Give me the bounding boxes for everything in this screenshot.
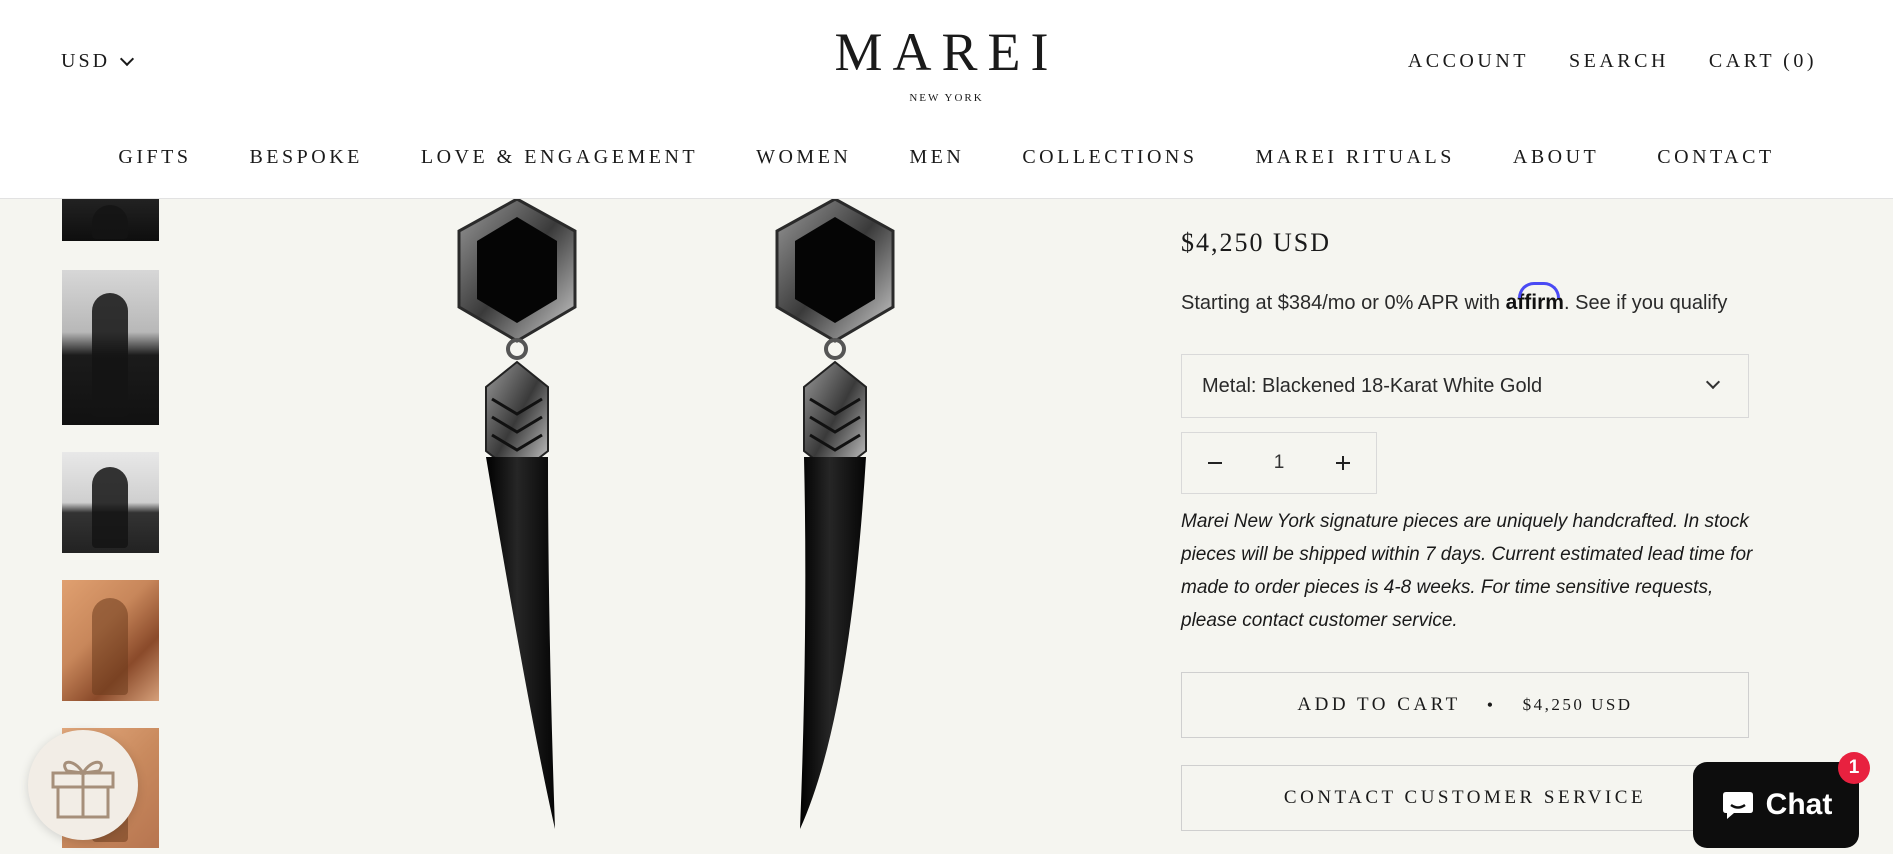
nav-item-marei-rituals[interactable]: MAREI RITUALS (1256, 146, 1455, 169)
financing-message: Starting at $384/mo or 0% APR with affir… (1181, 282, 1727, 315)
thumbnail-figure (92, 467, 128, 548)
add-to-cart-price: $4,250 USD (1522, 695, 1633, 714)
contact-customer-service-button[interactable]: CONTACT CUSTOMER SERVICE (1181, 765, 1749, 831)
product-price: $4,250 USD (1181, 228, 1332, 257)
utility-nav: ACCOUNT SEARCH CART (0) (1408, 50, 1817, 73)
chevron-down-icon (1705, 374, 1721, 390)
nav-item-contact[interactable]: CONTACT (1657, 146, 1774, 169)
chat-bubble-icon (1722, 792, 1753, 819)
quantity-decrease-button[interactable] (1182, 432, 1248, 494)
main-nav: GIFTS BESPOKE LOVE & ENGAGEMENT WOMEN ME… (0, 146, 1893, 169)
quantity-input[interactable]: 1 (1248, 452, 1310, 474)
product-thumbnail[interactable] (62, 452, 159, 553)
nav-item-about[interactable]: ABOUT (1513, 146, 1599, 169)
chat-label: Chat (1765, 788, 1833, 821)
gift-button[interactable] (28, 730, 138, 840)
chat-notification-badge: 1 (1838, 752, 1870, 784)
financing-prefix: Starting at $384/mo or 0% APR with (1181, 292, 1501, 314)
nav-item-gifts[interactable]: GIFTS (118, 146, 191, 169)
financing-period: . (1563, 292, 1570, 314)
thumbnail-figure (92, 205, 128, 239)
brand-subtitle: NEW YORK (909, 92, 984, 104)
product-page: USD MAREI NEW YORK ACCOUNT SEARCH CART (… (0, 0, 1893, 854)
thumbnail-figure (92, 598, 128, 695)
search-link[interactable]: SEARCH (1569, 50, 1669, 73)
quantity-increase-button[interactable] (1310, 432, 1376, 494)
product-thumbnail[interactable] (62, 199, 159, 241)
nav-item-collections[interactable]: COLLECTIONS (1022, 146, 1197, 169)
separator-dot: • (1486, 694, 1497, 715)
add-to-cart-label: ADD TO CART (1297, 694, 1461, 715)
minus-icon (1208, 462, 1222, 464)
site-header: USD MAREI NEW YORK ACCOUNT SEARCH CART (… (0, 0, 1893, 199)
see-if-you-qualify-link[interactable]: See if you qualify (1575, 292, 1727, 314)
lead-time-note: Marei New York signature pieces are uniq… (1181, 511, 1753, 631)
variant-value: Metal: Blackened 18-Karat White Gold (1202, 374, 1543, 397)
nav-item-bespoke[interactable]: BESPOKE (249, 146, 362, 169)
quantity-stepper: 1 (1181, 432, 1377, 494)
nav-item-women[interactable]: WOMEN (756, 146, 851, 169)
product-thumbnail[interactable] (62, 270, 159, 425)
earring-right (775, 199, 895, 829)
metal-variant-select[interactable]: Metal: Blackened 18-Karat White Gold (1181, 354, 1749, 418)
account-link[interactable]: ACCOUNT (1408, 50, 1529, 73)
affirm-logo: affirm (1506, 282, 1564, 314)
affirm-arc-icon (1517, 282, 1560, 298)
cart-link[interactable]: CART (0) (1709, 50, 1817, 73)
plus-icon (1336, 456, 1350, 470)
gift-icon (51, 760, 115, 819)
product-thumbnail[interactable] (62, 580, 159, 701)
product-image[interactable] (420, 199, 960, 854)
earring-left (457, 199, 577, 829)
nav-item-love-engagement[interactable]: LOVE & ENGAGEMENT (421, 146, 698, 169)
chat-button[interactable]: Chat (1693, 762, 1859, 848)
nav-item-men[interactable]: MEN (909, 146, 964, 169)
add-to-cart-button[interactable]: ADD TO CART • $4,250 USD (1181, 672, 1749, 738)
thumbnail-figure (92, 293, 128, 418)
